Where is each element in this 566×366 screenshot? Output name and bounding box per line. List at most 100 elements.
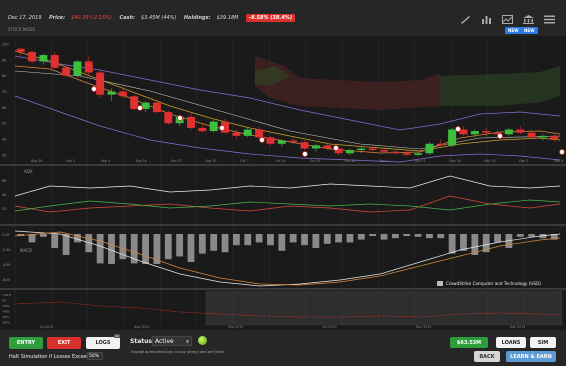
oscillator-tick-label: 20 [2, 207, 6, 211]
macd-bar [62, 234, 70, 255]
candle-body [107, 91, 116, 95]
macd-bar [187, 234, 195, 262]
macd-bar [323, 234, 331, 244]
cash-button[interactable]: $63.53M [450, 337, 488, 348]
trade-marker[interactable] [333, 145, 339, 151]
overview-tick-label: +20% [2, 293, 11, 297]
sim-button[interactable]: SIM [530, 337, 556, 348]
macd-bar [380, 234, 388, 240]
holdings-label: Holdings: [183, 15, 211, 21]
price-tick-label: 90 [2, 58, 6, 62]
macd-bar [267, 234, 274, 246]
trade-marker[interactable] [559, 149, 565, 155]
trade-marker[interactable] [91, 86, 97, 92]
date-label: Dec 17, 2019 [8, 15, 42, 21]
loans-button[interactable]: LOANS [496, 337, 526, 348]
panel-separator [0, 224, 566, 226]
stock-chart-svg[interactable]: 100 90 80 70 60 50 40 30 Aug 26 Sep 3 Sep 9 Sep 16… [0, 36, 566, 330]
cash-value: $3.45M (44%) [141, 15, 177, 21]
macd-bar [448, 234, 456, 254]
new-badge-bank: NEW [521, 27, 538, 34]
status-label: Status: [130, 338, 155, 345]
trade-marker[interactable] [302, 151, 308, 157]
status-select[interactable]: Active ▼ [152, 336, 192, 346]
macd-bar [312, 234, 320, 248]
learn-earn-button[interactable]: LEARN & EARN [506, 351, 556, 362]
x-tick-label: Sep 16 [136, 159, 147, 163]
bank-icon[interactable] [522, 14, 535, 24]
x-tick-label: Oct 21 [310, 159, 321, 163]
macd-bar [164, 234, 172, 260]
macd-bar [153, 234, 161, 264]
trade-marker[interactable] [219, 125, 225, 131]
macd-tick-label: -2.00 [2, 248, 10, 252]
control-bar: ENTRY EXIT LOGS 42 Status: Active ▼ Engag… [0, 330, 566, 366]
candle-body [391, 151, 400, 154]
crowdstrike-logo-icon [437, 281, 443, 286]
holdings-value: $39.18M [216, 15, 239, 21]
candle-body [130, 96, 139, 109]
oscillator-tick-label: 40 [2, 193, 6, 197]
overview-range-selector[interactable] [205, 290, 563, 326]
candle-body [550, 135, 559, 139]
candle-body [516, 129, 525, 133]
candle-body [459, 129, 468, 135]
x-tick-label: Oct 7 [240, 159, 249, 163]
chart-area[interactable]: 100 90 80 70 60 50 40 30 Aug 26 Sep 3 Sep 9 Sep 16… [0, 36, 566, 334]
candle-body [164, 112, 173, 124]
macd-bar [494, 234, 501, 243]
overview-x-label: Aug 2019 [134, 325, 149, 329]
overview-tick-label: -40% [2, 310, 10, 314]
candle-body [425, 143, 434, 154]
candle-body [209, 121, 218, 132]
x-tick-label: Nov 18 [449, 159, 460, 163]
candle-body [152, 102, 161, 113]
macd-bar [460, 234, 467, 251]
logs-button[interactable]: LOGS [86, 337, 120, 349]
trade-marker[interactable] [177, 115, 183, 121]
candle-body [414, 153, 423, 155]
indicators-icon[interactable] [501, 14, 514, 24]
trade-marker[interactable] [137, 105, 143, 111]
candle-body [482, 131, 491, 133]
macd-bar [437, 234, 445, 239]
back-button[interactable]: BACK [474, 351, 500, 362]
macd-bar [221, 234, 229, 253]
new-badge-indicators: NEW [505, 27, 522, 34]
macd-bar [335, 234, 342, 243]
header-info: Dec 17, 2019 Price: $40.39 (-2.15%) Cash:… [8, 14, 301, 22]
macd-bar [176, 234, 184, 257]
chart-type-icon[interactable] [480, 14, 493, 24]
macd-bar [255, 234, 263, 243]
x-tick-label: Sep 3 [66, 159, 75, 163]
candle-body [527, 132, 536, 138]
exit-button[interactable]: EXIT [47, 337, 81, 349]
macd-bar [403, 234, 411, 236]
halt-percentage-value: 50% [89, 354, 100, 359]
macd-bar [96, 234, 104, 264]
macd-bar [369, 234, 377, 236]
x-tick-label: Nov 4 [380, 159, 389, 163]
header-bar: Dec 17, 2019 Price: $40.39 (-2.15%) Cash:… [0, 0, 566, 36]
halt-percentage-select[interactable]: 50% [87, 352, 103, 360]
change-badge: -8.58% (38.4%) [246, 14, 296, 22]
x-tick-label: Oct 14 [275, 159, 286, 163]
menu-icon[interactable] [543, 14, 556, 24]
macd-bar [426, 234, 433, 239]
macd-bar [516, 234, 524, 237]
macd-bar [244, 234, 252, 246]
macd-bar [528, 234, 536, 237]
chart-legend: CrowdStrike Computer and Technology (USD… [446, 281, 541, 286]
trade-marker[interactable] [497, 133, 503, 139]
draw-tool-icon[interactable] [459, 14, 472, 24]
candle-body [232, 132, 241, 136]
trade-marker[interactable] [259, 137, 265, 143]
oscillator-tick-label: 60 [2, 179, 6, 183]
trade-marker[interactable] [455, 126, 461, 132]
overview-x-label: Jul 2019 [39, 325, 53, 329]
price-tick-label: 70 [2, 90, 6, 94]
candle-body [357, 148, 366, 151]
price-tick-label: 30 [2, 153, 6, 157]
macd-tick-label: -4.00 [2, 263, 10, 267]
entry-button[interactable]: ENTRY [9, 337, 43, 349]
